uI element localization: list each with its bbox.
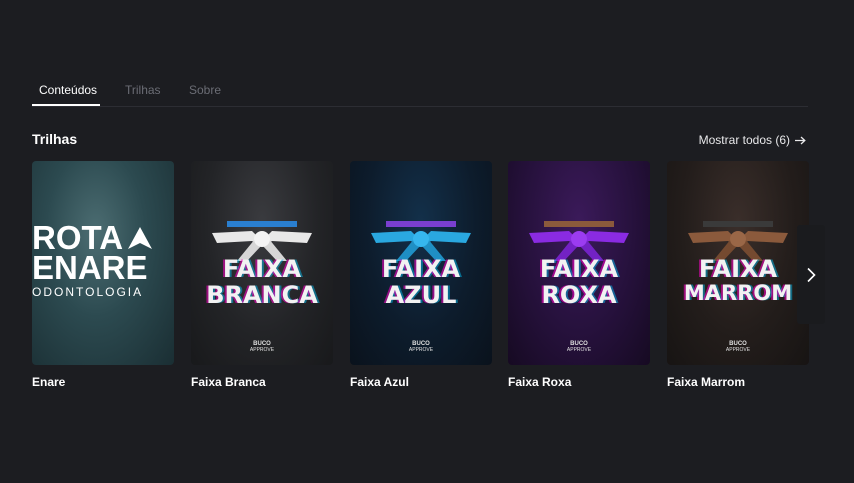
buco-approve-logo: BUCO APPROVE [249, 341, 275, 353]
tab-bar: Conteúdos Trilhas Sobre [32, 80, 808, 107]
tab-sobre[interactable]: Sobre [189, 83, 221, 97]
cover-word2: BRANCA [206, 281, 318, 309]
chevron-right-icon [807, 267, 816, 282]
buco-approve-logo: BUCO APPROVE [566, 341, 592, 353]
cover-rota-enare-logo: ROTA ENARE ODONTOLOGIA [32, 221, 174, 299]
cover-word2: MARROM [683, 281, 793, 305]
arrow-right-icon [795, 136, 806, 144]
tab-trilhas[interactable]: Trilhas [125, 83, 161, 97]
cover-word1: FAIXA [222, 255, 302, 283]
trail-title[interactable]: Faixa Marrom [667, 375, 745, 389]
buco-approve-logo: BUCO APPROVE [408, 341, 434, 353]
active-tab-indicator [32, 104, 100, 106]
trail-title[interactable]: Enare [32, 375, 65, 389]
trail-card-faixa-marrom[interactable]: FAIXA MARROM BUCO APPROVE [667, 161, 809, 365]
triangle-logo-icon [128, 227, 153, 249]
cover-line2: ENARE [32, 249, 148, 286]
cover-word1: FAIXA [698, 255, 778, 283]
trail-title[interactable]: Faixa Branca [191, 375, 266, 389]
section-title: Trilhas [32, 131, 78, 147]
trail-title[interactable]: Faixa Roxa [508, 375, 571, 389]
show-all-label: Mostrar todos (6) [698, 133, 790, 147]
cover-word2: AZUL [385, 281, 457, 309]
carousel-next-button[interactable] [797, 225, 825, 324]
trail-card-faixa-branca[interactable]: FAIXA BRANCA BUCO APPROVE [191, 161, 333, 365]
tab-conteudos[interactable]: Conteúdos [39, 83, 97, 97]
trail-card-enare[interactable]: ROTA ENARE ODONTOLOGIA [32, 161, 174, 365]
cover-line3: ODONTOLOGIA [32, 285, 144, 299]
trail-title[interactable]: Faixa Azul [350, 375, 409, 389]
trail-card-faixa-azul[interactable]: FAIXA AZUL BUCO APPROVE [350, 161, 492, 365]
cover-word2: ROXA [541, 281, 617, 309]
trail-card-faixa-roxa[interactable]: FAIXA ROXA BUCO APPROVE [508, 161, 650, 365]
cover-word1: FAIXA [381, 255, 461, 283]
show-all-link[interactable]: Mostrar todos (6) [699, 133, 806, 147]
buco-approve-logo: BUCO APPROVE [725, 341, 751, 353]
cover-word1: FAIXA [539, 255, 619, 283]
